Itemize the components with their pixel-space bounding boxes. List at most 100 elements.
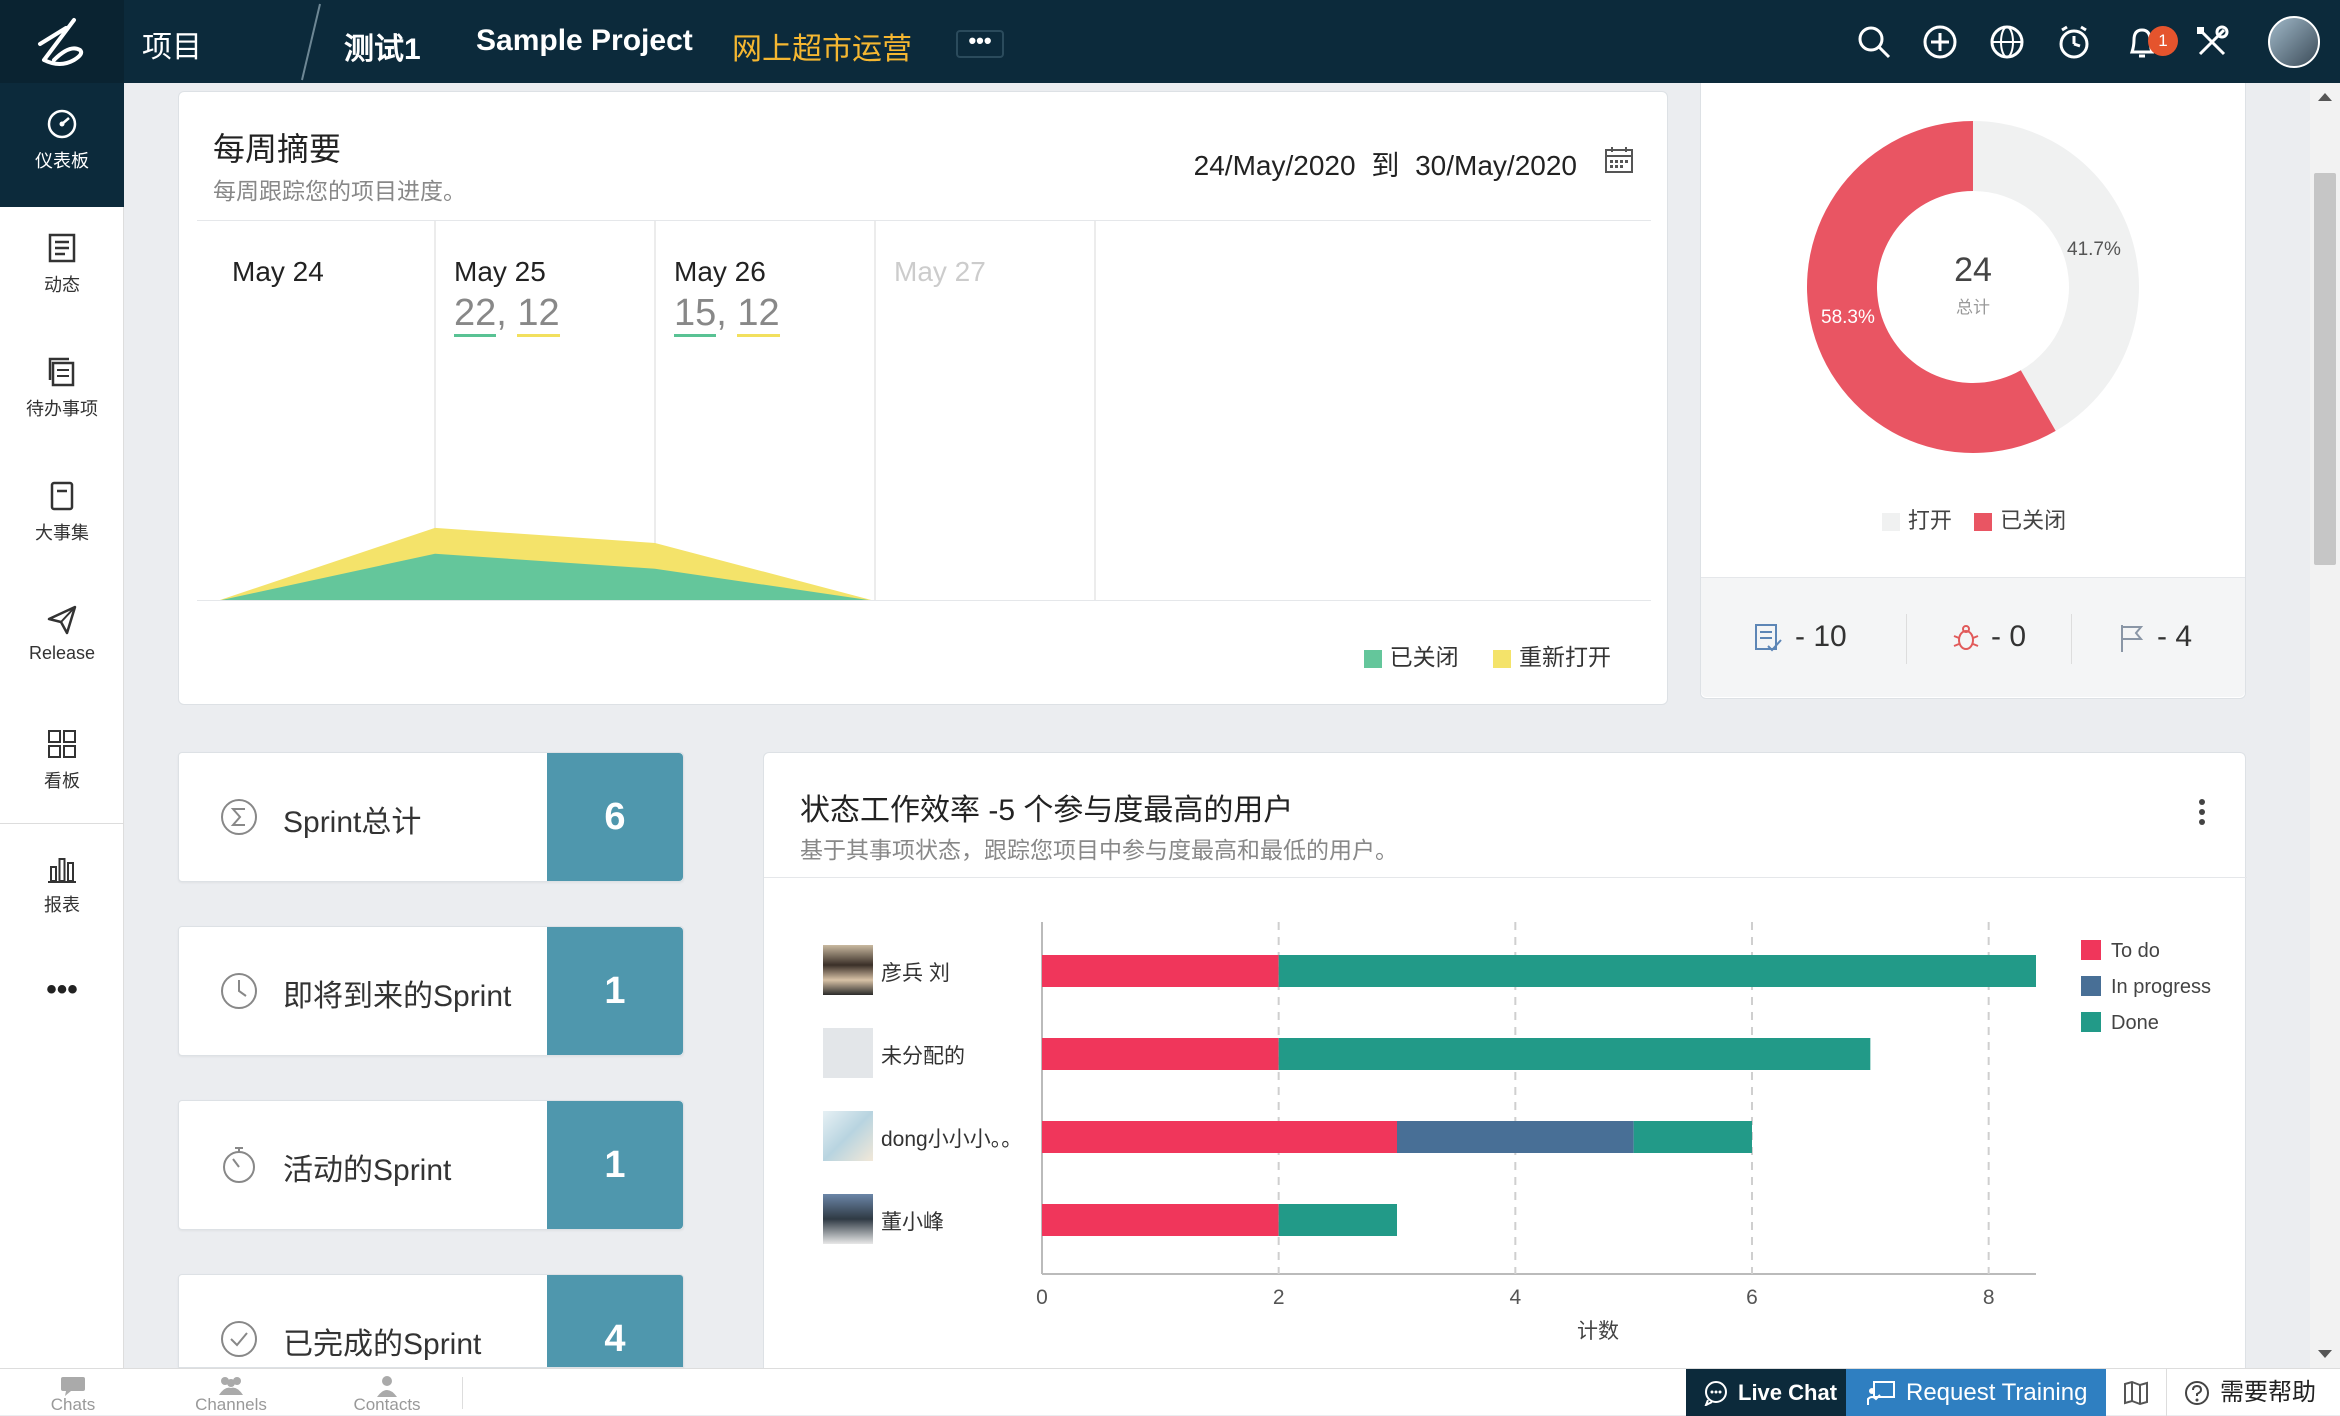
sidebar-more-button[interactable]: •••	[0, 973, 124, 1007]
x-axis-label: 计数	[1577, 1320, 1619, 1343]
scroll-up-arrow[interactable]	[2318, 93, 2332, 101]
day-label: May 25	[454, 256, 546, 287]
legend-closed: 已关闭	[2000, 508, 2067, 533]
channels-button[interactable]: Channels	[176, 1369, 286, 1415]
divider	[1906, 614, 1907, 664]
bar-segment[interactable]	[1397, 1121, 1634, 1153]
page-scrollbar[interactable]	[2310, 83, 2340, 1368]
scroll-down-arrow[interactable]	[2318, 1350, 2332, 1358]
legend-reopened: 重新打开	[1519, 644, 1611, 670]
bar-segment[interactable]	[1278, 955, 2036, 987]
header-divider	[764, 877, 2247, 878]
notification-badge: 1	[2148, 26, 2178, 56]
group-icon	[219, 1377, 243, 1395]
user-avatar[interactable]	[2268, 16, 2320, 68]
x-tick-label: 6	[1746, 1286, 1758, 1309]
bug-icon[interactable]	[1951, 622, 1981, 654]
user-photo	[823, 945, 873, 995]
training-board-icon	[1867, 1381, 1895, 1405]
epic-icon	[50, 481, 74, 511]
completed-sprint-card[interactable]: 已完成的Sprint 4	[178, 1274, 684, 1368]
task-icon[interactable]	[1753, 622, 1783, 654]
help-button[interactable]: 需要帮助	[2168, 1369, 2340, 1416]
live-chat-button[interactable]: Live Chat	[1686, 1369, 1846, 1416]
tools-icon[interactable]	[2192, 22, 2232, 62]
x-tick-label: 2	[1273, 1286, 1285, 1309]
date-range[interactable]: 24/May/2020 到 30/May/2020	[1194, 144, 1577, 184]
completed-sprint-value: 4	[547, 1275, 683, 1367]
x-tick-label: 8	[1983, 1286, 1995, 1309]
nav-projects[interactable]: 项目	[142, 22, 202, 66]
x-tick-label: 0	[1036, 1286, 1048, 1309]
sidebar-item-epics[interactable]: 大事集	[0, 455, 124, 579]
sprint-total-card[interactable]: Sprint总计 6	[178, 752, 684, 882]
weekly-summary-title: 每周摘要	[213, 131, 342, 167]
search-icon[interactable]	[1854, 22, 1894, 62]
tab-test1[interactable]: 测试1	[344, 24, 421, 68]
milestone-count: - 4	[2157, 620, 2193, 653]
day-label: May 26	[674, 256, 766, 287]
sidebar-item-board[interactable]: 看板	[0, 703, 124, 827]
sidebar-item-reports[interactable]: 报表	[0, 827, 124, 951]
legend-swatch	[1974, 513, 1993, 532]
sidebar-item-dashboard[interactable]: 仪表板	[0, 83, 124, 207]
report-icon	[48, 858, 76, 883]
closed-count: 22	[454, 292, 497, 337]
issue-counts-row: - 10 - 0 - 4	[1701, 577, 2245, 697]
bar-segment[interactable]	[1278, 1204, 1397, 1236]
live-chat-label: Live Chat	[1738, 1380, 1838, 1405]
user-photo	[823, 1194, 873, 1244]
bar-segment[interactable]	[1042, 955, 1279, 987]
chats-button[interactable]: Chats	[18, 1369, 128, 1415]
board-icon	[48, 730, 76, 758]
bar-segment[interactable]	[1278, 1038, 1871, 1070]
more-options-icon[interactable]	[2197, 797, 2207, 827]
legend-label: Done	[2111, 1012, 2159, 1034]
clock-icon	[221, 973, 257, 1009]
sidebar-item-backlog[interactable]: 待办事项	[0, 331, 124, 455]
sidebar-divider	[0, 823, 124, 824]
more-projects-button[interactable]: •••	[956, 30, 1004, 58]
sidebar-item-label: 大事集	[35, 523, 89, 543]
help-label: 需要帮助	[2220, 1379, 2316, 1406]
globe-icon[interactable]	[1987, 22, 2027, 62]
day-counts: 15, 12	[674, 292, 780, 337]
tab-online-supermarket[interactable]: 网上超市运营	[732, 24, 912, 68]
top-navigation-bar: 项目 测试1 Sample Project 网上超市运营 ••• 1	[0, 0, 2340, 83]
date-range-separator: 到	[1371, 150, 1400, 181]
bar-segment[interactable]	[1042, 1121, 1397, 1153]
question-icon	[2185, 1381, 2209, 1405]
request-training-button[interactable]: Request Training	[1846, 1369, 2106, 1416]
bar-segment[interactable]	[1042, 1038, 1279, 1070]
user-chart-title: 状态工作效率 -5 个参与度最高的用户	[800, 794, 1294, 827]
release-icon	[47, 605, 77, 635]
live-chat-icon	[1704, 1381, 1727, 1406]
app-logo[interactable]	[0, 0, 124, 83]
user-name: dong小小小。。	[881, 1128, 1023, 1151]
date-range-end: 30/May/2020	[1415, 150, 1577, 181]
bar-segment[interactable]	[1633, 1121, 1752, 1153]
completed-sprint-label: 已完成的Sprint	[283, 1328, 482, 1361]
sidebar-item-label: 待办事项	[26, 399, 98, 419]
divider	[2071, 614, 2072, 664]
closed-percent: 58.3%	[1821, 307, 1875, 328]
tab-sample-project[interactable]: Sample Project	[476, 24, 693, 58]
map-icon[interactable]	[2122, 1379, 2150, 1407]
add-icon[interactable]	[1920, 22, 1960, 62]
bar-segment[interactable]	[1042, 1204, 1279, 1236]
scrollbar-thumb[interactable]	[2314, 173, 2336, 565]
sidebar-item-feed[interactable]: 动态	[0, 207, 124, 331]
contacts-button[interactable]: Contacts	[332, 1369, 442, 1415]
calendar-icon[interactable]	[1603, 144, 1635, 176]
user-photo	[823, 1111, 873, 1161]
person-icon	[377, 1376, 397, 1397]
bottom-bar: Chats Channels Contacts Live Chat Reques…	[0, 1368, 2340, 1416]
active-sprint-card[interactable]: 活动的Sprint 1	[178, 1100, 684, 1230]
sidebar-item-release[interactable]: Release	[0, 579, 124, 703]
donut-legend: 打开 已关闭	[1701, 503, 2247, 535]
bug-count: - 0	[1991, 620, 2027, 653]
milestone-flag-icon[interactable]	[2117, 622, 2147, 654]
upcoming-sprint-card[interactable]: 即将到来的Sprint 1	[178, 926, 684, 1056]
timer-icon[interactable]	[2054, 22, 2094, 62]
x-tick-label: 4	[1509, 1286, 1521, 1309]
